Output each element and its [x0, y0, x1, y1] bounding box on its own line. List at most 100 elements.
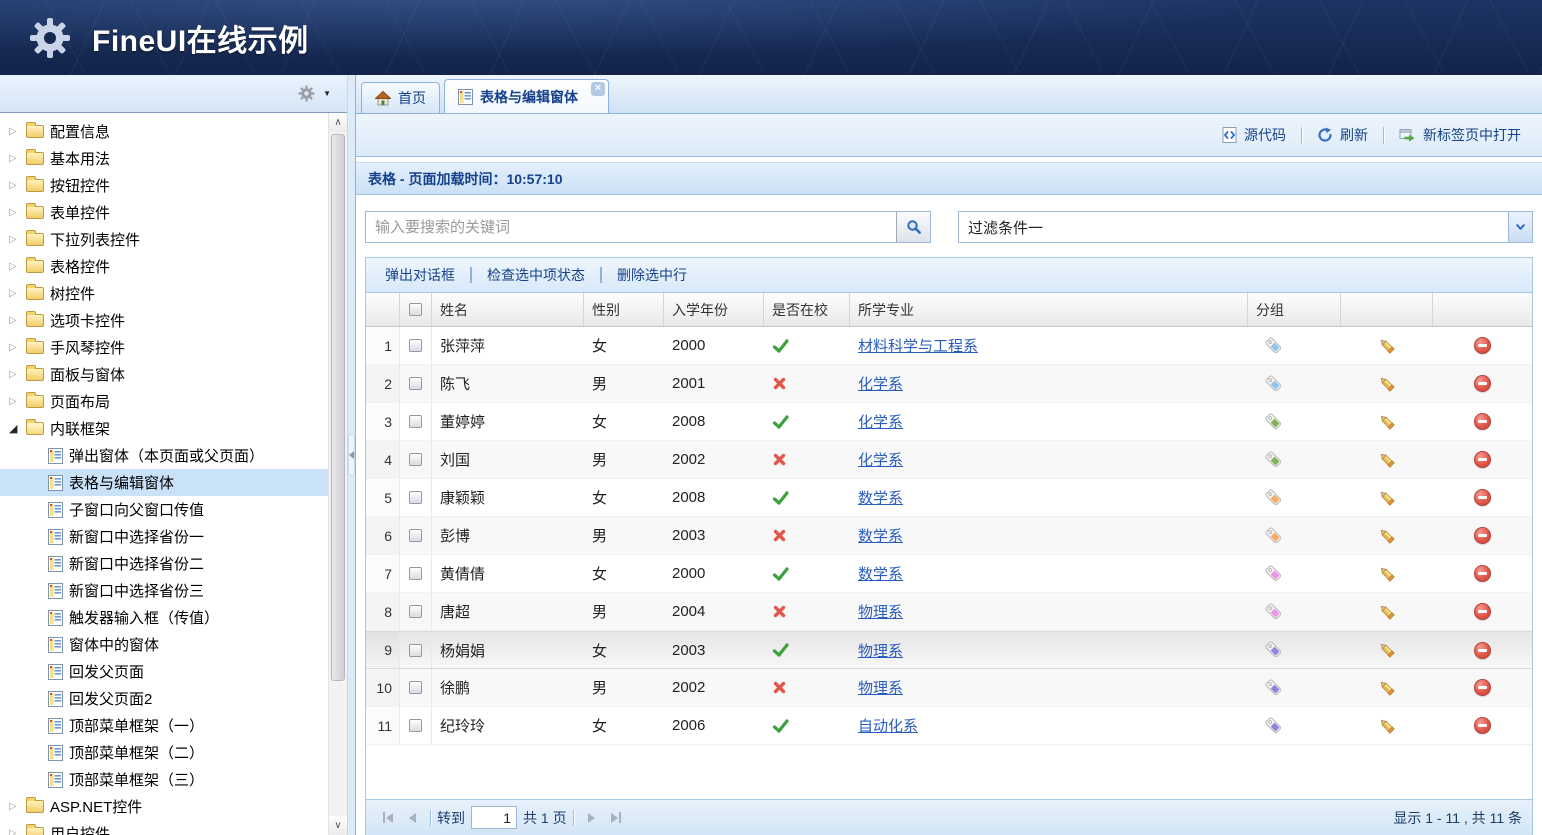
sidebar-item[interactable]: 表格与编辑窗体	[0, 469, 328, 496]
edit-pencil-icon[interactable]	[1378, 565, 1396, 583]
header-name[interactable]: 姓名	[432, 293, 584, 326]
major-link[interactable]: 化学系	[858, 411, 903, 432]
edit-pencil-icon[interactable]	[1378, 641, 1396, 659]
tree-expand-icon[interactable]: ▷	[9, 801, 26, 812]
delete-row-button[interactable]	[1474, 565, 1491, 582]
chevron-down-icon[interactable]: ▼	[323, 89, 331, 98]
tree-expand-icon[interactable]: ▷	[9, 153, 26, 164]
row-checkbox[interactable]	[409, 529, 422, 542]
row-checkbox[interactable]	[409, 644, 422, 657]
scrollbar-track[interactable]	[329, 132, 347, 816]
delete-row-button[interactable]	[1474, 527, 1491, 544]
delete-row-button[interactable]	[1474, 337, 1491, 354]
refresh-button[interactable]: 刷新	[1304, 122, 1381, 148]
delete-selected-button[interactable]: 删除选中行	[602, 265, 702, 285]
row-checkbox[interactable]	[409, 453, 422, 466]
edit-pencil-icon[interactable]	[1378, 451, 1396, 469]
edit-pencil-icon[interactable]	[1378, 413, 1396, 431]
sidebar-item[interactable]: 新窗口中选择省份一	[0, 523, 328, 550]
tree-expand-icon[interactable]: ▷	[9, 126, 26, 137]
row-checkbox[interactable]	[409, 415, 422, 428]
major-link[interactable]: 物理系	[858, 601, 903, 622]
sidebar-item[interactable]: 回发父页面	[0, 658, 328, 685]
first-page-button[interactable]	[376, 807, 400, 829]
header-year[interactable]: 入学年份	[664, 293, 764, 326]
sidebar-item[interactable]: ▷ 基本用法	[0, 145, 328, 172]
search-input[interactable]	[366, 212, 896, 242]
header-major[interactable]: 所学专业	[850, 293, 1248, 326]
tree-expand-icon[interactable]: ▷	[9, 261, 26, 272]
sidebar-item[interactable]: 窗体中的窗体	[0, 631, 328, 658]
close-tab-icon[interactable]: ×	[591, 82, 605, 96]
sidebar-item[interactable]: 子窗口向父窗口传值	[0, 496, 328, 523]
edit-pencil-icon[interactable]	[1378, 603, 1396, 621]
sidebar-item[interactable]: ▷ 树控件	[0, 280, 328, 307]
tree-expand-icon[interactable]: ▷	[9, 369, 26, 380]
major-link[interactable]: 物理系	[858, 677, 903, 698]
last-page-button[interactable]	[604, 807, 628, 829]
header-gender[interactable]: 性别	[584, 293, 664, 326]
sidebar-item[interactable]: ◢ 内联框架	[0, 415, 328, 442]
gear-icon[interactable]	[298, 85, 315, 102]
edit-pencil-icon[interactable]	[1378, 375, 1396, 393]
tree-expand-icon[interactable]: ▷	[9, 207, 26, 218]
delete-row-button[interactable]	[1474, 717, 1491, 734]
prev-page-button[interactable]	[400, 807, 424, 829]
major-link[interactable]: 化学系	[858, 449, 903, 470]
edit-pencil-icon[interactable]	[1378, 337, 1396, 355]
filter-dropdown[interactable]: 过滤条件一	[958, 211, 1533, 243]
delete-row-button[interactable]	[1474, 679, 1491, 696]
major-link[interactable]: 数学系	[858, 525, 903, 546]
page-number-input[interactable]	[471, 806, 517, 829]
sidebar-item[interactable]: ▷ 手风琴控件	[0, 334, 328, 361]
row-checkbox[interactable]	[409, 567, 422, 580]
delete-row-button[interactable]	[1474, 603, 1491, 620]
tree-expand-icon[interactable]: ▷	[9, 234, 26, 245]
header-group[interactable]: 分组	[1248, 293, 1341, 326]
edit-pencil-icon[interactable]	[1378, 717, 1396, 735]
tree-expand-icon[interactable]: ▷	[9, 180, 26, 191]
sidebar-item[interactable]: 触发器输入框（传值）	[0, 604, 328, 631]
major-link[interactable]: 自动化系	[858, 715, 918, 736]
select-all-checkbox[interactable]	[409, 303, 422, 316]
delete-row-button[interactable]	[1474, 642, 1491, 659]
open-new-tab-button[interactable]: 新标签页中打开	[1386, 122, 1534, 148]
row-checkbox[interactable]	[409, 491, 422, 504]
edit-pencil-icon[interactable]	[1378, 489, 1396, 507]
tree-expand-icon[interactable]: ▷	[9, 342, 26, 353]
major-link[interactable]: 数学系	[858, 487, 903, 508]
scrollbar-up-arrow[interactable]: ∧	[329, 113, 347, 132]
sidebar-item[interactable]: 顶部菜单框架（一）	[0, 712, 328, 739]
sidebar-item[interactable]: ▷ 面板与窗体	[0, 361, 328, 388]
sidebar-item[interactable]: 顶部菜单框架（二）	[0, 739, 328, 766]
sidebar-item[interactable]: ▷ ASP.NET控件	[0, 793, 328, 820]
sidebar-item[interactable]: ▷ 表单控件	[0, 199, 328, 226]
header-enrolled[interactable]: 是否在校	[764, 293, 850, 326]
delete-row-button[interactable]	[1474, 451, 1491, 468]
tree-expand-icon[interactable]: ▷	[9, 315, 26, 326]
major-link[interactable]: 数学系	[858, 563, 903, 584]
scrollbar-thumb[interactable]	[331, 134, 345, 681]
delete-row-button[interactable]	[1474, 413, 1491, 430]
collapse-sidebar-handle[interactable]	[348, 434, 355, 476]
delete-row-button[interactable]	[1474, 375, 1491, 392]
major-link[interactable]: 材料科学与工程系	[858, 335, 978, 356]
sidebar-item[interactable]: ▷ 按钮控件	[0, 172, 328, 199]
sidebar-scrollbar[interactable]: ∧ ∨	[328, 113, 347, 835]
row-checkbox[interactable]	[409, 719, 422, 732]
check-selected-button[interactable]: 检查选中项状态	[472, 265, 600, 285]
sidebar-item[interactable]: ▷ 用户控件	[0, 820, 328, 835]
sidebar-item[interactable]: ▷ 下拉列表控件	[0, 226, 328, 253]
sidebar-item[interactable]: ▷ 表格控件	[0, 253, 328, 280]
dropdown-trigger-button[interactable]	[1508, 212, 1532, 242]
tab-home[interactable]: 首页	[361, 82, 440, 113]
tree-expand-icon[interactable]: ◢	[9, 422, 26, 435]
row-checkbox[interactable]	[409, 377, 422, 390]
sidebar-item[interactable]: 新窗口中选择省份二	[0, 550, 328, 577]
source-code-button[interactable]: 源代码	[1209, 122, 1299, 148]
sidebar-item[interactable]: 新窗口中选择省份三	[0, 577, 328, 604]
tree-expand-icon[interactable]: ▷	[9, 288, 26, 299]
scrollbar-down-arrow[interactable]: ∨	[329, 816, 347, 835]
next-page-button[interactable]	[580, 807, 604, 829]
row-checkbox[interactable]	[409, 339, 422, 352]
